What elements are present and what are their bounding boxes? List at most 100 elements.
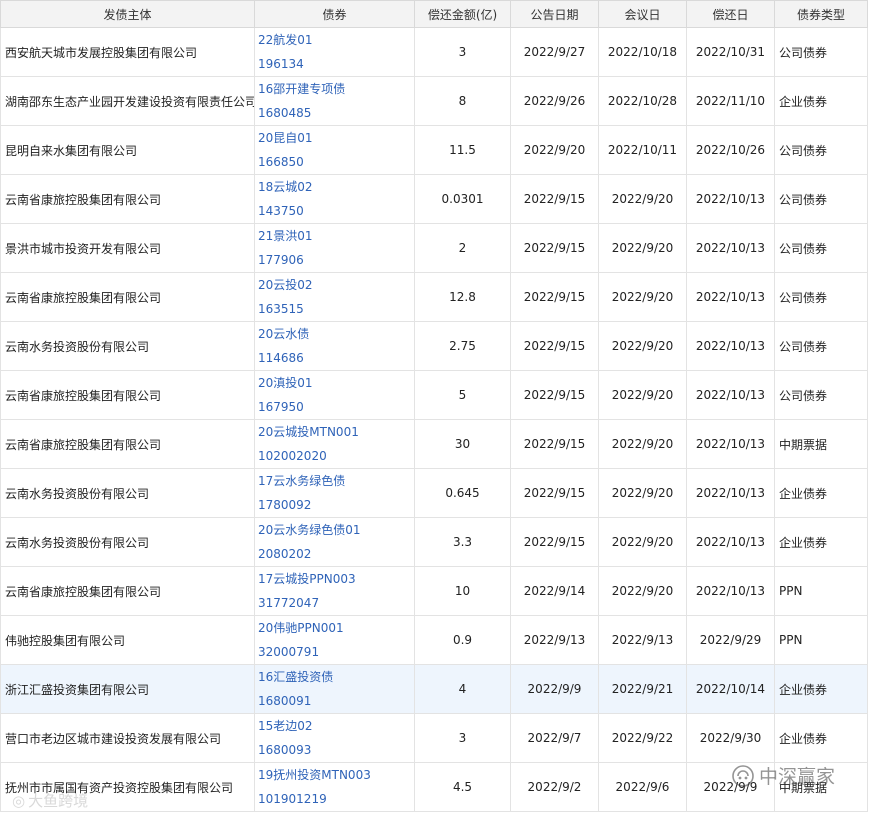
bond-name-link[interactable]: 20昆自01	[258, 127, 410, 151]
bond-type-cell: 企业债券	[774, 76, 868, 126]
amount-cell: 11.5	[414, 125, 511, 175]
issuer-cell: 浙江汇盛投资集团有限公司	[0, 664, 255, 714]
bond-code-link[interactable]: 1780092	[258, 493, 410, 517]
bond-name-link[interactable]: 20云水务绿色债01	[258, 519, 410, 543]
meeting-date-cell: 2022/9/20	[598, 468, 687, 518]
column-header-meeting-date[interactable]: 会议日	[598, 0, 687, 28]
notice-date-cell: 2022/9/15	[510, 272, 599, 322]
bond-name-link[interactable]: 20云城投MTN001	[258, 421, 410, 445]
amount-cell: 30	[414, 419, 511, 469]
notice-date-cell: 2022/9/15	[510, 174, 599, 224]
bond-cell: 20云城投MTN001 102002020	[254, 419, 415, 469]
bond-type-cell: 公司债券	[774, 174, 868, 224]
repay-date-cell: 2022/10/13	[686, 321, 775, 371]
bond-name-link[interactable]: 17云水务绿色债	[258, 470, 410, 494]
notice-date-cell: 2022/9/15	[510, 419, 599, 469]
bond-code-link[interactable]: 196134	[258, 52, 410, 76]
table-row[interactable]: 西安航天城市发展控股集团有限公司 22航发01 196134 3 2022/9/27 20…	[0, 27, 868, 77]
bond-name-link[interactable]: 20伟驰PPN001	[258, 617, 410, 641]
amount-cell: 8	[414, 76, 511, 126]
bond-code-link[interactable]: 1680093	[258, 738, 410, 762]
watermark-logo-icon: ◎	[12, 791, 26, 810]
repay-date-cell: 2022/10/13	[686, 174, 775, 224]
table-row[interactable]: 伟驰控股集团有限公司 20伟驰PPN001 32000791 0.9 2022/9/13…	[0, 615, 868, 665]
table-row[interactable]: 昆明自来水集团有限公司 20昆自01 166850 11.5 2022/9/20 2022…	[0, 125, 868, 175]
table-row[interactable]: 营口市老边区城市建设投资发展有限公司 15老边02 1680093 3 2022/9/7…	[0, 713, 868, 763]
bond-name-link[interactable]: 22航发01	[258, 29, 410, 53]
column-header-bond[interactable]: 债券	[254, 0, 415, 28]
bond-type-cell: 企业债券	[774, 468, 868, 518]
bond-code-link[interactable]: 2080202	[258, 542, 410, 566]
issuer-cell: 云南省康旅控股集团有限公司	[0, 419, 255, 469]
bond-cell: 17云城投PPN003 31772047	[254, 566, 415, 616]
bond-type-cell: 公司债券	[774, 27, 868, 77]
table-header-row: 发债主体 债券 偿还金额(亿) 公告日期 会议日 偿还日 债券类型	[0, 0, 868, 28]
bond-cell: 20伟驰PPN001 32000791	[254, 615, 415, 665]
table-row[interactable]: 云南水务投资股份有限公司 20云水债 114686 2.75 2022/9/15 2022…	[0, 321, 868, 371]
meeting-date-cell: 2022/9/20	[598, 517, 687, 567]
repay-date-cell: 2022/10/13	[686, 223, 775, 273]
bond-code-link[interactable]: 1680485	[258, 101, 410, 125]
bond-code-link[interactable]: 163515	[258, 297, 410, 321]
bond-name-link[interactable]: 20滇投01	[258, 372, 410, 396]
bond-name-link[interactable]: 21景洪01	[258, 225, 410, 249]
table-row[interactable]: 湖南邵东生态产业园开发建设投资有限责任公司 16邵开建专项债 1680485 8 202…	[0, 76, 868, 126]
repay-date-cell: 2022/10/13	[686, 419, 775, 469]
bond-name-link[interactable]: 19抚州投资MTN003	[258, 764, 410, 788]
table-row[interactable]: 云南省康旅控股集团有限公司 20云城投MTN001 102002020 30 2022/…	[0, 419, 868, 469]
table-row[interactable]: 云南省康旅控股集团有限公司 20云投02 163515 12.8 2022/9/15 20…	[0, 272, 868, 322]
bond-cell: 15老边02 1680093	[254, 713, 415, 763]
wechat-channel-icon	[732, 764, 754, 787]
bond-name-link[interactable]: 20云水债	[258, 323, 410, 347]
column-header-bond-type[interactable]: 债券类型	[774, 0, 868, 28]
bond-type-cell: 公司债券	[774, 223, 868, 273]
column-header-amount[interactable]: 偿还金额(亿)	[414, 0, 511, 28]
table-row[interactable]: 云南水务投资股份有限公司 17云水务绿色债 1780092 0.645 2022/9/1…	[0, 468, 868, 518]
repay-date-cell: 2022/10/31	[686, 27, 775, 77]
bond-code-link[interactable]: 114686	[258, 346, 410, 370]
amount-cell: 4.5	[414, 762, 511, 812]
bond-code-link[interactable]: 167950	[258, 395, 410, 419]
bond-name-link[interactable]: 18云城02	[258, 176, 410, 200]
bond-code-link[interactable]: 101901219	[258, 787, 410, 811]
bond-type-cell: 中期票据	[774, 419, 868, 469]
bond-name-link[interactable]: 17云城投PPN003	[258, 568, 410, 592]
bond-code-link[interactable]: 32000791	[258, 640, 410, 664]
meeting-date-cell: 2022/9/20	[598, 321, 687, 371]
table-row[interactable]: 云南省康旅控股集团有限公司 18云城02 143750 0.0301 2022/9/15…	[0, 174, 868, 224]
wechat-watermark: 中深赢家	[731, 762, 835, 789]
bond-code-link[interactable]: 143750	[258, 199, 410, 223]
notice-date-cell: 2022/9/15	[510, 321, 599, 371]
bond-cell: 17云水务绿色债 1780092	[254, 468, 415, 518]
table-row[interactable]: 云南省康旅控股集团有限公司 17云城投PPN003 31772047 10 2022/9…	[0, 566, 868, 616]
amount-cell: 0.0301	[414, 174, 511, 224]
watermark-left-text: 大鱼跨境	[28, 792, 89, 810]
table-row[interactable]: 云南省康旅控股集团有限公司 20滇投01 167950 5 2022/9/15 2022/…	[0, 370, 868, 420]
bond-code-link[interactable]: 166850	[258, 150, 410, 174]
bond-name-link[interactable]: 20云投02	[258, 274, 410, 298]
bond-name-link[interactable]: 15老边02	[258, 715, 410, 739]
bond-type-cell: PPN	[774, 566, 868, 616]
amount-cell: 3	[414, 713, 511, 763]
column-header-repay-date[interactable]: 偿还日	[686, 0, 775, 28]
amount-cell: 4	[414, 664, 511, 714]
bond-cell: 19抚州投资MTN003 101901219	[254, 762, 415, 812]
bond-code-link[interactable]: 1680091	[258, 689, 410, 713]
bond-code-link[interactable]: 102002020	[258, 444, 410, 468]
meeting-date-cell: 2022/9/20	[598, 370, 687, 420]
bond-name-link[interactable]: 16汇盛投资债	[258, 666, 410, 690]
column-header-notice-date[interactable]: 公告日期	[510, 0, 599, 28]
bond-name-link[interactable]: 16邵开建专项债	[258, 78, 410, 102]
bond-cell: 20滇投01 167950	[254, 370, 415, 420]
issuer-cell: 云南省康旅控股集团有限公司	[0, 370, 255, 420]
bond-code-link[interactable]: 177906	[258, 248, 410, 272]
table-row[interactable]: 浙江汇盛投资集团有限公司 16汇盛投资债 1680091 4 2022/9/9 2022/…	[0, 664, 868, 714]
bond-cell: 21景洪01 177906	[254, 223, 415, 273]
notice-date-cell: 2022/9/20	[510, 125, 599, 175]
notice-date-cell: 2022/9/9	[510, 664, 599, 714]
bond-code-link[interactable]: 31772047	[258, 591, 410, 615]
table-row[interactable]: 云南水务投资股份有限公司 20云水务绿色债01 2080202 3.3 2022/9/1…	[0, 517, 868, 567]
table-row[interactable]: 景洪市城市投资开发有限公司 21景洪01 177906 2 2022/9/15 2022/…	[0, 223, 868, 273]
column-header-issuer[interactable]: 发债主体	[0, 0, 255, 28]
notice-date-cell: 2022/9/13	[510, 615, 599, 665]
